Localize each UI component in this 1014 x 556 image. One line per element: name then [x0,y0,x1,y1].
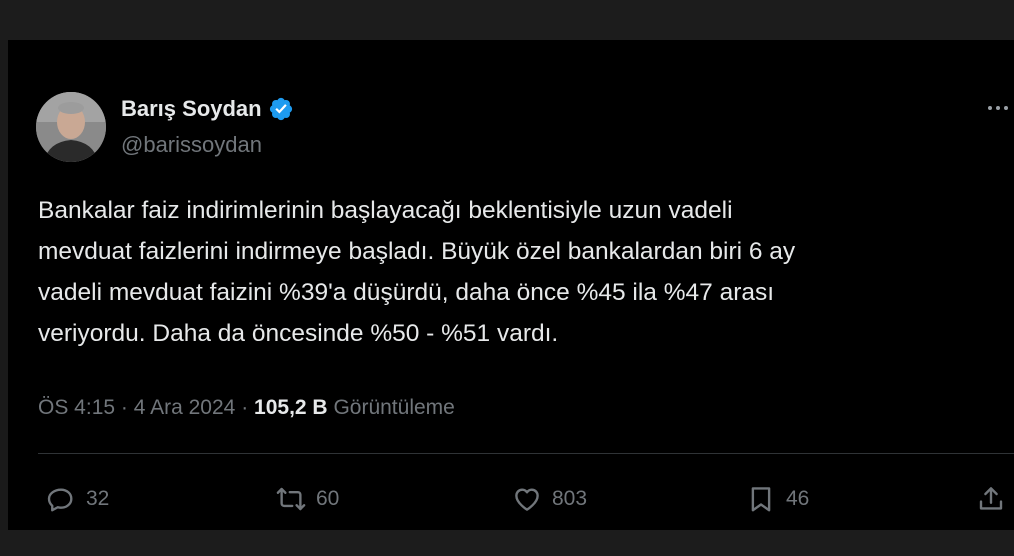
tweet-card: Barış Soydan @barissoydan Bankalar faiz … [8,40,1014,530]
tweet-meta: ÖS 4:15 · 4 Ara 2024 · 105,2 B Görüntüle… [38,396,455,420]
verified-badge-icon [269,97,292,121]
author-handle[interactable]: @barissoydan [121,132,262,158]
top-screen-band [0,0,1014,40]
bottom-screen-band [0,530,1014,556]
meta-separator: · [120,396,128,419]
tweet-time[interactable]: ÖS 4:15 [38,396,115,419]
bookmark-count: 46 [786,487,810,510]
repost-button[interactable]: 60 [276,482,339,516]
repost-count: 60 [316,487,340,510]
author-name[interactable]: Barış Soydan [121,96,262,122]
avatar[interactable] [36,92,106,162]
bookmark-button[interactable]: 46 [746,482,809,516]
heart-icon [512,484,542,514]
like-button[interactable]: 803 [512,482,587,516]
bookmark-icon [746,484,776,514]
views-count[interactable]: 105,2 B [254,396,328,419]
tweet-date[interactable]: 4 Ara 2024 [134,396,236,419]
tweet-line: veriyordu. Daha da öncesinde %50 - %51 v… [38,320,559,347]
divider [38,453,1014,454]
views-label: Görüntüleme [333,396,455,419]
more-options-icon[interactable] [984,94,1012,122]
tweet-text: Bankalar faiz indirimlerinin başlayacağı… [38,190,998,354]
share-icon [976,484,1006,514]
tweet-line: Bankalar faiz indirimlerinin başlayacağı… [38,197,733,224]
avatar-photo [36,92,106,162]
tweet-line: vadeli mevduat faizini %39'a düşürdü, da… [38,279,775,306]
author-name-row[interactable]: Barış Soydan [121,96,294,122]
like-count: 803 [552,487,588,510]
tweet-line: mevduat faizlerini indirmeye başladı. Bü… [38,238,796,265]
share-button[interactable] [976,482,1014,516]
repost-icon [276,484,306,514]
meta-separator: · [241,396,249,419]
reply-count: 32 [86,487,110,510]
reply-button[interactable]: 32 [46,482,109,516]
reply-icon [46,484,76,514]
